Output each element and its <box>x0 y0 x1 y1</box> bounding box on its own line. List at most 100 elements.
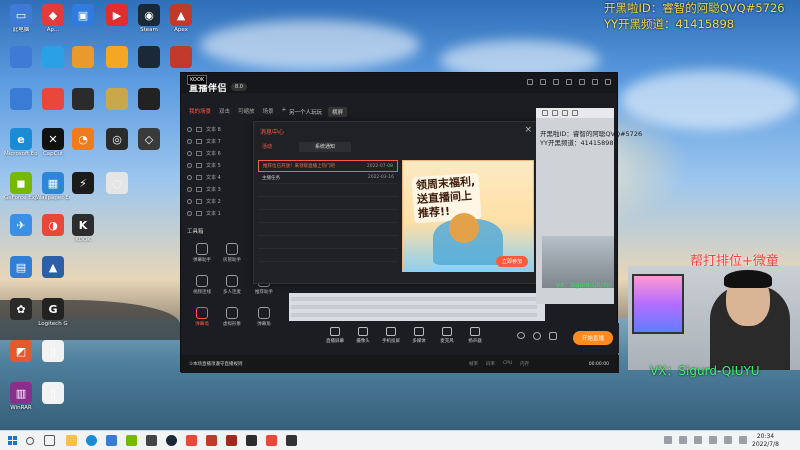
tool-room-admin[interactable]: 房管助手 <box>215 243 249 263</box>
tool-danmaku[interactable]: 弹幕助手 <box>185 243 219 263</box>
add-screen-button[interactable]: 直播屏幕 <box>321 327 349 344</box>
windows-start-icon[interactable] <box>8 436 18 446</box>
desktop-icon[interactable] <box>66 88 100 110</box>
tool-avatar[interactable]: 虚拟形象 <box>215 307 249 327</box>
tab-double[interactable]: 双击 <box>219 107 230 115</box>
desktop-icon[interactable] <box>132 46 166 68</box>
eye-icon[interactable] <box>187 126 192 132</box>
list-item[interactable]: 推荐位已开放！来领取直播上热门吧 2022-07-08 <box>258 160 398 172</box>
tray-icon[interactable] <box>679 436 687 444</box>
tab-my-scene[interactable]: 我的场景 <box>189 107 211 115</box>
tab-activity[interactable]: 活动 <box>254 142 296 152</box>
app-icon[interactable] <box>266 435 277 446</box>
desktop-icon[interactable]: ▭ 此电脑 <box>4 4 38 34</box>
app-icon[interactable] <box>126 435 137 446</box>
microphone-button[interactable]: 麦克风 <box>433 327 461 344</box>
desktop-icon[interactable]: ◇ <box>132 128 166 151</box>
desktop-icon[interactable]: eMicrosoft Edge <box>4 128 38 158</box>
maximize-icon[interactable] <box>592 79 598 85</box>
app-version[interactable]: 8.0 <box>231 83 247 91</box>
close-icon[interactable]: × <box>524 125 532 135</box>
desktop-icon[interactable] <box>100 88 134 110</box>
search-icon[interactable] <box>26 437 34 445</box>
join-now-button[interactable]: 立即参加 <box>495 256 528 267</box>
eye-toggle-icon[interactable] <box>517 332 525 339</box>
apex-icon[interactable] <box>226 435 237 446</box>
add-camera-button[interactable]: 摄像头 <box>349 327 377 344</box>
eye-icon[interactable] <box>187 162 192 168</box>
scene-name[interactable]: 另一个人玩玩 <box>289 108 322 116</box>
desktop-icon[interactable] <box>66 46 100 68</box>
window-icon[interactable] <box>542 110 548 116</box>
store-icon[interactable] <box>106 435 117 446</box>
app-icon[interactable] <box>286 435 297 446</box>
app-icon[interactable] <box>146 435 157 446</box>
gear-icon[interactable] <box>533 332 541 340</box>
list-item[interactable]: 主播任务 2022-03-16 <box>258 172 398 184</box>
tray-icon[interactable] <box>694 436 702 444</box>
eye-icon[interactable] <box>187 198 192 204</box>
more-icon[interactable] <box>549 332 557 340</box>
desktop-icon[interactable] <box>132 88 166 110</box>
desktop-icon[interactable]: ▤ <box>4 256 38 279</box>
tool-danmaku-corner[interactable]: 弹幕角 <box>247 307 281 327</box>
desktop-icon[interactable]: ▶ <box>100 4 134 27</box>
desktop-icon[interactable]: ▣ <box>66 4 100 27</box>
mail-icon[interactable] <box>540 79 546 85</box>
tool-video-link[interactable]: 视频连线 <box>185 275 219 295</box>
clock[interactable]: 20:34 2022/7/8 <box>752 433 779 449</box>
desktop-icon[interactable]: ⚡ <box>66 172 100 195</box>
desktop-icon[interactable]: ◩ <box>4 340 38 363</box>
desktop-icon[interactable]: ▲ <box>36 256 70 279</box>
desktop-icon[interactable] <box>36 88 70 110</box>
desktop-icon[interactable] <box>4 88 38 110</box>
desktop-icon[interactable]: G Logitech G <box>36 298 70 328</box>
app-icon[interactable] <box>246 435 257 446</box>
scene-mode[interactable]: 横屏 <box>328 107 348 117</box>
volume-icon[interactable] <box>739 436 747 444</box>
desktop-icon[interactable]: ▦Wallpaper Engine <box>36 172 70 202</box>
start-live-button[interactable]: 开始直播 <box>572 331 613 345</box>
desktop-icon[interactable]: ▥ WinRAR <box>4 382 38 412</box>
tab-system-notice[interactable]: 系统通知 <box>299 142 351 152</box>
eye-icon[interactable] <box>187 150 192 156</box>
desktop-icon[interactable] <box>36 46 70 68</box>
tab-scene[interactable]: 场景 <box>263 107 274 115</box>
settings-icon[interactable] <box>553 79 559 85</box>
file-explorer-icon[interactable] <box>66 435 77 446</box>
speaker-button[interactable]: 扬声器 <box>461 327 489 344</box>
minimize-icon[interactable] <box>579 79 585 85</box>
window-icon[interactable] <box>552 110 558 116</box>
tray-icon[interactable] <box>664 436 672 444</box>
desktop-icon[interactable]: ✈ <box>4 214 38 237</box>
rules-notice[interactable]: ①本场直播须遵守直播规则 <box>189 361 243 367</box>
eye-icon[interactable] <box>187 210 192 216</box>
desktop-icon[interactable]: ✕ CapCut <box>36 128 70 158</box>
desktop-icon[interactable]: ◉ Steam <box>132 4 166 34</box>
apex-icon[interactable] <box>206 435 217 446</box>
desktop-icon[interactable]: ✿ <box>4 298 38 321</box>
desktop-icon[interactable]: ◆ Ap... <box>36 4 70 34</box>
eye-icon[interactable] <box>187 186 192 192</box>
app-icon[interactable] <box>186 435 197 446</box>
desktop-icon[interactable] <box>4 46 38 68</box>
tab-zoom[interactable]: 可缩放 <box>238 107 255 115</box>
network-icon[interactable] <box>724 436 732 444</box>
desktop-icon[interactable]: ◌ <box>100 172 134 195</box>
eye-icon[interactable] <box>187 174 192 180</box>
desktop-icon[interactable] <box>100 46 134 68</box>
desktop-icon[interactable]: ◑ <box>36 214 70 237</box>
task-view-icon[interactable] <box>44 435 55 446</box>
tool-multi-mic[interactable]: 多人连麦 <box>215 275 249 295</box>
desktop-icon[interactable]: ◎ <box>100 128 134 151</box>
desktop-icon[interactable]: ▯ <box>36 340 70 363</box>
menu-icon[interactable] <box>566 79 572 85</box>
desktop-icon[interactable]: ◼GeForce Experience <box>4 172 38 202</box>
promo-banner[interactable]: 领周末福利, 送直播间上 推荐!! 立即参加 <box>402 160 534 272</box>
preview-area[interactable] <box>289 293 545 321</box>
desktop-icon[interactable] <box>164 46 198 68</box>
tray-icon[interactable] <box>709 436 717 444</box>
steam-icon[interactable] <box>166 435 177 446</box>
desktop-icon[interactable]: ◔ <box>66 128 100 151</box>
avatar-icon[interactable] <box>527 79 533 85</box>
